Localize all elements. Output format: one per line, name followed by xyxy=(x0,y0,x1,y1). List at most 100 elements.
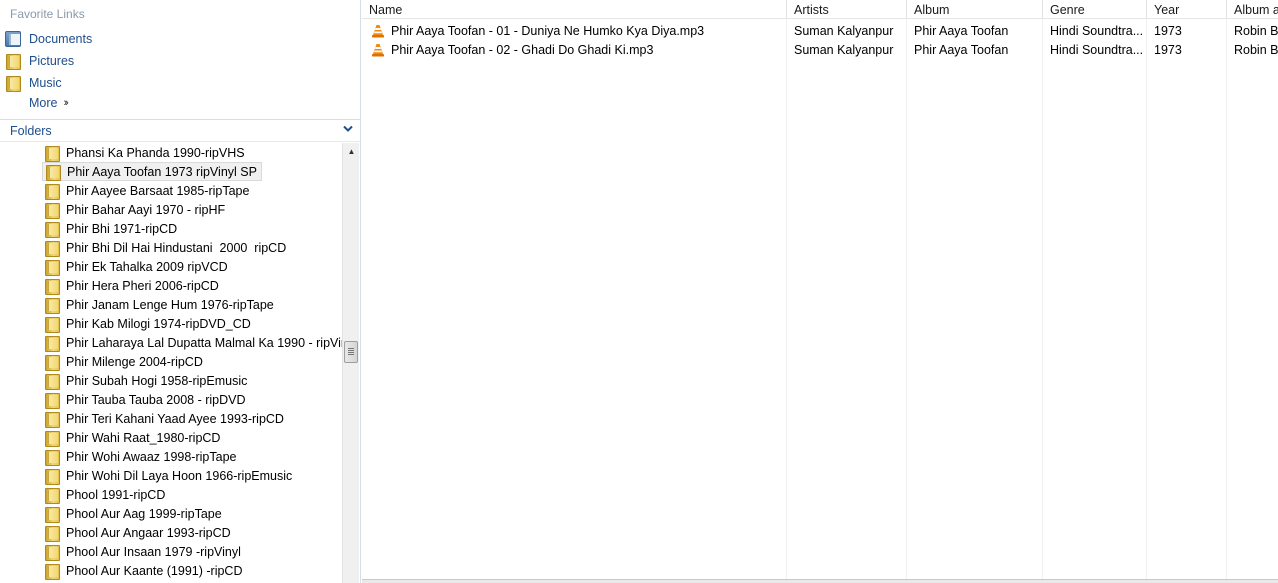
file-row[interactable]: Phir Aaya Toofan - 01 - Duniya Ne Humko … xyxy=(362,21,1278,40)
column-divider xyxy=(1146,19,1147,583)
folder-label: Phir Kab Milogi 1974-ripDVD_CD xyxy=(66,316,251,331)
double-chevron-right-icon: ›› xyxy=(63,97,69,109)
file-name-cell: Phir Aaya Toofan - 02 - Ghadi Do Ghadi K… xyxy=(364,40,787,59)
folder-tree-item[interactable]: Phir Aayee Barsaat 1985-ripTape xyxy=(42,181,253,200)
folder-tree-item[interactable]: Phir Bhi 1971-ripCD xyxy=(42,219,181,238)
album-artist-cell: Robin Ba xyxy=(1234,23,1278,38)
favorite-link-music[interactable]: Music xyxy=(5,73,62,93)
favorite-link-label: Pictures xyxy=(29,54,75,68)
folder-label: Phool Aur Kaante (1991) -ripCD xyxy=(66,563,243,578)
folder-label: Phir Bhi Dil Hai Hindustani 2000 ripCD xyxy=(66,240,287,255)
folder-tree-item[interactable]: Phir Laharaya Lal Dupatta Malmal Ka 1990… xyxy=(42,333,342,352)
folder-icon xyxy=(44,430,60,447)
folder-label: Phir Wohi Dil Laya Hoon 1966-ripEmusic xyxy=(66,468,293,483)
folder-tree-item[interactable]: Phool Aur Angaar 1993-ripCD xyxy=(42,523,235,542)
folder-icon xyxy=(44,259,60,276)
folder-label: Phansi Ka Phanda 1990-ripVHS xyxy=(66,145,245,160)
folder-icon xyxy=(44,487,60,504)
scroll-up-arrow-icon[interactable]: ▲ xyxy=(343,143,360,160)
folder-tree-item[interactable]: Phir Kab Milogi 1974-ripDVD_CD xyxy=(42,314,255,333)
folder-label: Phir Milenge 2004-ripCD xyxy=(66,354,203,369)
favorite-link-pictures[interactable]: Pictures xyxy=(5,51,74,71)
folder-tree-item[interactable]: Phir Ek Tahalka 2009 ripVCD xyxy=(42,257,232,276)
horizontal-scrollbar[interactable] xyxy=(362,579,1278,583)
folder-icon xyxy=(44,278,60,295)
favorite-link-label: Music xyxy=(29,76,62,90)
folder-tree-item[interactable]: Phool Aur Insaan 1979 -ripVinyl xyxy=(42,542,245,561)
folder-label: Phir Wohi Awaaz 1998-ripTape xyxy=(66,449,237,464)
column-divider xyxy=(906,19,907,583)
column-header-year[interactable]: Year xyxy=(1147,0,1227,19)
column-header-album-artist[interactable]: Album a xyxy=(1227,0,1278,19)
folder-tree-item[interactable]: Phir Bhi Dil Hai Hindustani 2000 ripCD xyxy=(42,238,290,257)
favorite-links-header: Favorite Links xyxy=(10,7,85,21)
column-divider xyxy=(1042,19,1043,583)
folder-icon xyxy=(44,449,60,466)
vlc-cone-icon xyxy=(372,43,384,56)
folder-icon xyxy=(44,563,60,580)
folder-tree-item-selected[interactable]: Phir Aaya Toofan 1973 ripVinyl SP xyxy=(42,162,262,181)
folder-label: Phool Aur Angaar 1993-ripCD xyxy=(66,525,231,540)
grip-icon xyxy=(348,348,354,349)
folder-label: Phool Aur Aag 1999-ripTape xyxy=(66,506,222,521)
folder-tree-item[interactable]: Phool Aur Aag 1999-ripTape xyxy=(42,504,226,523)
folder-label: Phir Laharaya Lal Dupatta Malmal Ka 1990… xyxy=(66,335,342,350)
column-divider xyxy=(1226,19,1227,583)
folder-tree-item[interactable]: Phool Aur Kaante (1991) -ripCD xyxy=(42,561,246,580)
folder-icon xyxy=(44,373,60,390)
folder-icon xyxy=(44,183,60,200)
file-name: Phir Aaya Toofan - 01 - Duniya Ne Humko … xyxy=(391,23,705,38)
favorite-link-documents[interactable]: Documents xyxy=(5,29,92,49)
column-header-row: Name Artists Album Genre Year Album a xyxy=(362,0,1278,19)
folder-tree-item[interactable]: Phir Milenge 2004-ripCD xyxy=(42,352,207,371)
folder-tree-item[interactable]: Phool 1991-ripCD xyxy=(42,485,169,504)
chevron-down-icon[interactable] xyxy=(342,123,354,135)
folder-icon xyxy=(44,145,60,162)
folder-label: Phir Bahar Aayi 1970 - ripHF xyxy=(66,202,226,217)
folder-tree-item[interactable]: Phir Wahi Raat_1980-ripCD xyxy=(42,428,224,447)
folder-tree-item[interactable]: Phir Tauba Tauba 2008 - ripDVD xyxy=(42,390,250,409)
folder-tree-item[interactable]: Phir Teri Kahani Yaad Ayee 1993-ripCD xyxy=(42,409,288,428)
album-artist-cell: Robin Ba xyxy=(1234,42,1278,57)
favorite-link-label: Documents xyxy=(29,32,93,46)
folder-tree-item[interactable]: Phir Subah Hogi 1958-ripEmusic xyxy=(42,371,251,390)
artists-cell: Suman Kalyanpur xyxy=(794,42,894,57)
genre-cell: Hindi Soundtra... xyxy=(1050,42,1144,57)
year-cell: 1973 xyxy=(1154,23,1182,38)
file-row[interactable]: Phir Aaya Toofan - 02 - Ghadi Do Ghadi K… xyxy=(362,40,1278,59)
folder-tree-item[interactable]: Phir Hera Pheri 2006-ripCD xyxy=(42,276,223,295)
folder-label: Phir Ek Tahalka 2009 ripVCD xyxy=(66,259,228,274)
favorite-links-more[interactable]: More ›› xyxy=(29,96,69,110)
folder-label: Phir Teri Kahani Yaad Ayee 1993-ripCD xyxy=(66,411,284,426)
artists-cell: Suman Kalyanpur xyxy=(794,23,894,38)
folder-icon xyxy=(44,468,60,485)
folders-toggle-bar[interactable]: Folders xyxy=(0,119,360,142)
folder-tree-item[interactable]: Phir Wohi Awaaz 1998-ripTape xyxy=(42,447,240,466)
column-header-artists[interactable]: Artists xyxy=(787,0,907,19)
album-cell: Phir Aaya Toofan xyxy=(914,23,1009,38)
folder-label: Phir Tauba Tauba 2008 - ripDVD xyxy=(66,392,246,407)
folder-icon xyxy=(44,240,60,257)
scrollbar-thumb[interactable] xyxy=(344,341,358,363)
column-header-genre[interactable]: Genre xyxy=(1043,0,1147,19)
folder-icon xyxy=(45,164,61,181)
column-header-name[interactable]: Name xyxy=(362,0,787,19)
folder-tree-item[interactable]: Phansi Ka Phanda 1990-ripVHS xyxy=(42,143,249,162)
folder-tree-item[interactable]: Phir Janam Lenge Hum 1976-ripTape xyxy=(42,295,278,314)
year-cell: 1973 xyxy=(1154,42,1182,57)
column-header-album[interactable]: Album xyxy=(907,0,1043,19)
folder-label: Phool 1991-ripCD xyxy=(66,487,166,502)
folder-label: Phir Wahi Raat_1980-ripCD xyxy=(66,430,221,445)
album-cell: Phir Aaya Toofan xyxy=(914,42,1009,57)
documents-icon xyxy=(5,31,21,47)
folder-label: Phir Janam Lenge Hum 1976-ripTape xyxy=(66,297,274,312)
folders-header: Folders xyxy=(10,123,52,138)
genre-cell: Hindi Soundtra... xyxy=(1050,23,1144,38)
folder-icon xyxy=(44,316,60,333)
folder-icon xyxy=(44,411,60,428)
folder-tree-item[interactable]: Phir Bahar Aayi 1970 - ripHF xyxy=(42,200,229,219)
folder-tree-scrollbar[interactable]: ▲ xyxy=(342,143,359,583)
folder-tree-item[interactable]: Phir Wohi Dil Laya Hoon 1966-ripEmusic xyxy=(42,466,296,485)
more-label: More xyxy=(29,96,58,110)
folder-icon xyxy=(5,53,21,70)
